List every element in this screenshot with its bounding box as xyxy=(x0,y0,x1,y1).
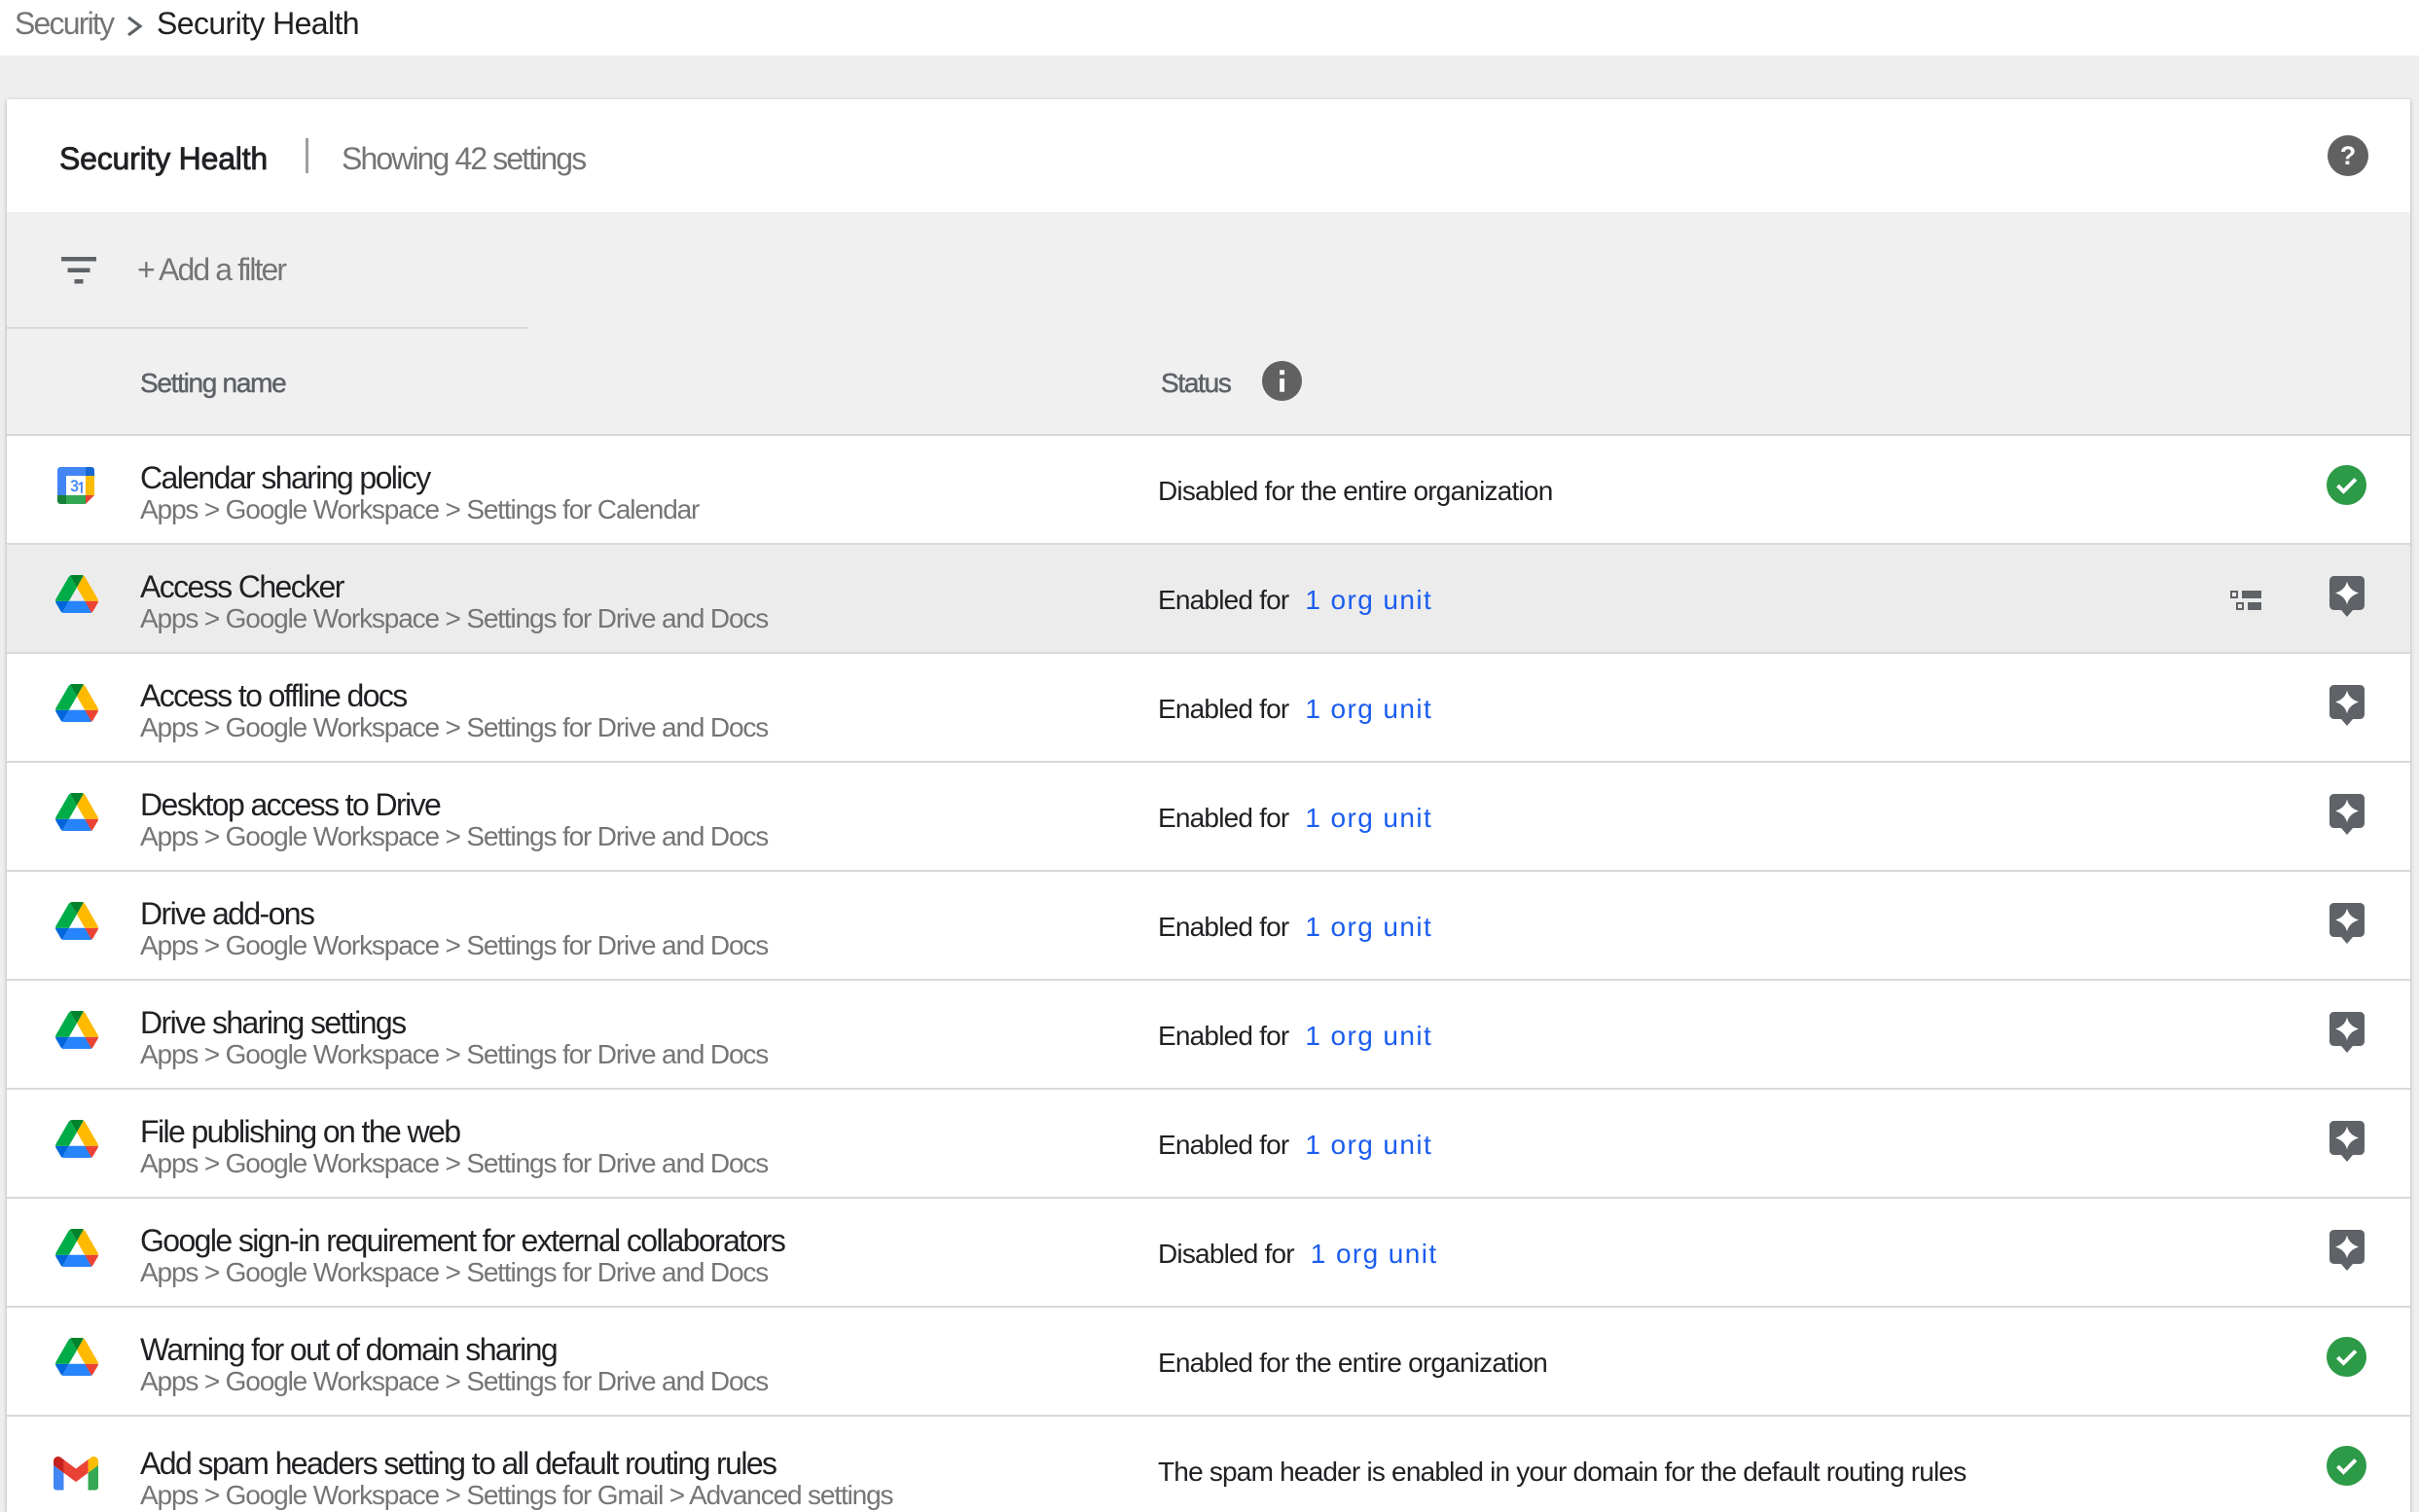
svg-text:?: ? xyxy=(2340,141,2357,170)
